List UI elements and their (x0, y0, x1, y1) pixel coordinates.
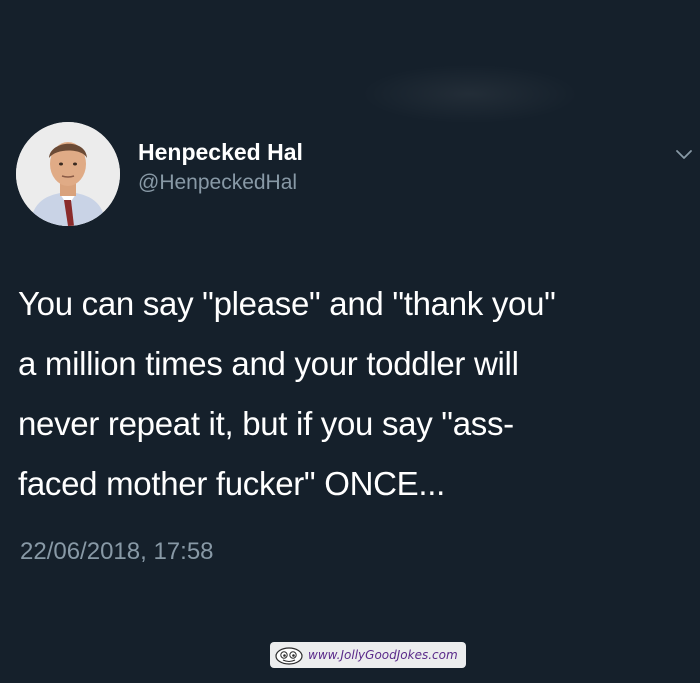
profile-photo-icon (16, 122, 120, 226)
watermark: www.JollyGoodJokes.com (270, 642, 466, 668)
author-display-name[interactable]: Henpecked Hal (138, 138, 303, 166)
chevron-down-icon[interactable] (674, 148, 694, 162)
avatar[interactable] (16, 122, 120, 226)
tweet-text-line: never repeat it, but if you say "ass- (18, 405, 514, 442)
tweet-text: You can say "please" and "thank you" a m… (18, 274, 694, 514)
tweet-text-line: You can say "please" and "thank you" (18, 285, 556, 322)
watermark-text: www.JollyGoodJokes.com (308, 648, 458, 662)
mascot-logo-icon (275, 647, 303, 665)
background-smudge (360, 64, 580, 124)
tweet-text-line: faced mother fucker" ONCE... (18, 465, 445, 502)
tweet-header: Henpecked Hal @HenpeckedHal (138, 138, 303, 198)
author-handle[interactable]: @HenpeckedHal (138, 168, 303, 198)
tweet-text-line: a million times and your toddler will (18, 345, 519, 382)
tweet-timestamp[interactable]: 22/06/2018, 17:58 (20, 536, 214, 568)
